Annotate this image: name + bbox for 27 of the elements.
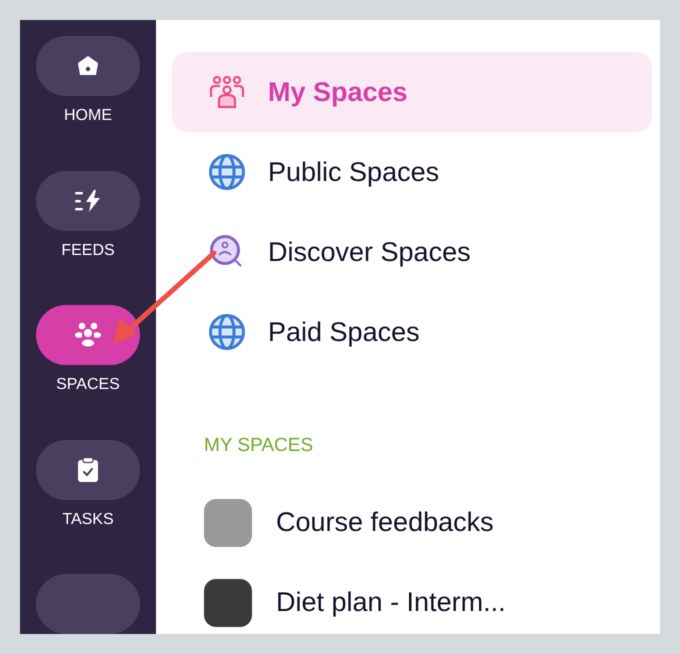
menu-item[interactable]: Discover Spaces: [172, 212, 652, 292]
menu-label: Discover Spaces: [268, 236, 471, 269]
menu-label: My Spaces: [268, 76, 408, 109]
globe-icon: [208, 153, 246, 191]
clipboard-check-icon: [77, 456, 99, 482]
space-item[interactable]: Course feedbacks: [172, 482, 652, 562]
nav-label: HOME: [64, 108, 112, 124]
photo-placeholder: [204, 578, 252, 626]
nav-button[interactable]: [36, 305, 140, 365]
menu-item[interactable]: Paid Spaces: [172, 292, 652, 372]
group-icon: [74, 322, 102, 348]
nav-label: SPACES: [56, 377, 120, 393]
home-icon: [76, 54, 100, 78]
photo-placeholder: [204, 498, 252, 546]
space-label: Diet plan - Interm...: [276, 586, 506, 620]
space-label: Course feedbacks: [276, 506, 494, 540]
nav-label: TASKS: [62, 512, 114, 528]
nav-label: FEEDS: [61, 242, 115, 258]
section-heading: MY SPACES: [203, 434, 314, 458]
menu-item[interactable]: My Spaces: [172, 52, 652, 132]
menu-label: Paid Spaces: [268, 316, 420, 349]
space-item[interactable]: Diet plan - Interm...: [172, 562, 652, 634]
people-icon: [208, 75, 246, 109]
menu-item[interactable]: Public Spaces: [172, 132, 652, 212]
globe-icon: [208, 313, 246, 351]
menu-label: Public Spaces: [268, 156, 440, 189]
lightning-list-icon: [74, 188, 102, 212]
